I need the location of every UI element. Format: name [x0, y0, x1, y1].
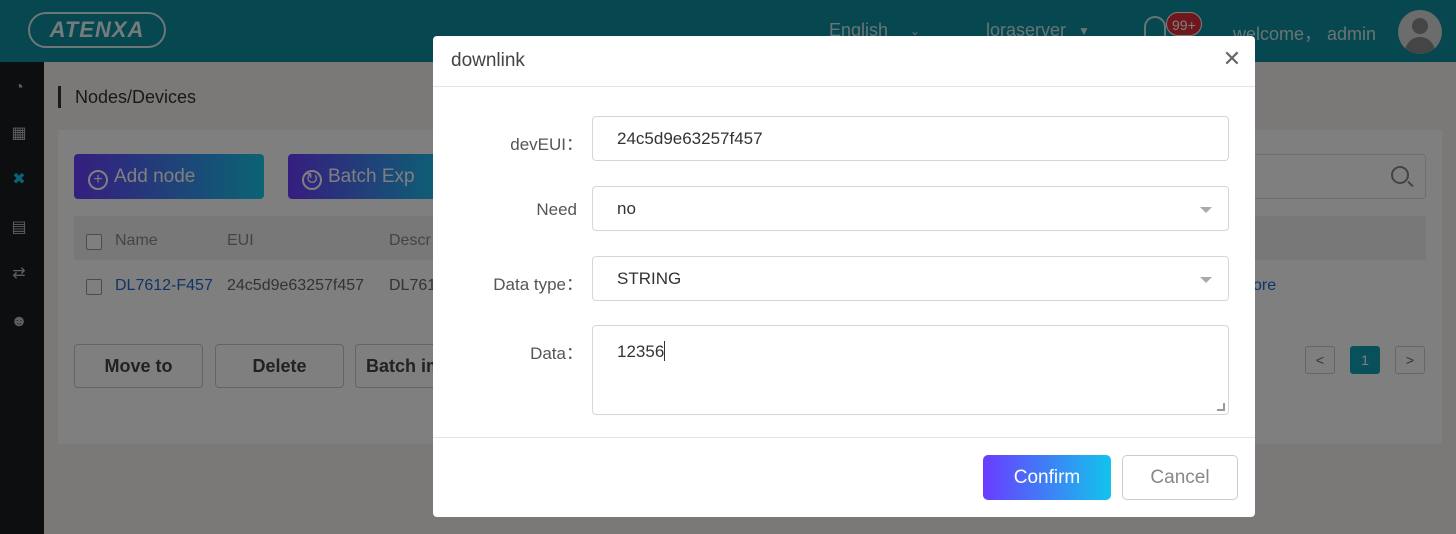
- text-cursor: [664, 341, 666, 361]
- data-textarea[interactable]: 12356: [592, 325, 1229, 415]
- need-value: no: [617, 199, 636, 218]
- data-type-label: Data type：: [493, 275, 583, 294]
- deveui-label: devEUI：: [510, 135, 583, 154]
- close-icon[interactable]: ✕: [1221, 48, 1243, 70]
- footer-divider: [433, 437, 1255, 438]
- caret-down-icon: [1200, 277, 1212, 283]
- cancel-button[interactable]: Cancel: [1122, 455, 1238, 500]
- need-label: Need: [536, 200, 577, 219]
- data-type-value: STRING: [617, 269, 682, 288]
- data-value: 12356: [617, 342, 665, 361]
- data-type-select[interactable]: STRING: [592, 256, 1229, 301]
- dialog-title: downlink: [451, 50, 525, 71]
- need-select[interactable]: no: [592, 186, 1229, 231]
- data-label: Data：: [530, 344, 583, 363]
- resize-handle-icon[interactable]: [1217, 403, 1225, 411]
- downlink-dialog: downlink ✕ devEUI： 24c5d9e63257f457 Need…: [433, 36, 1255, 517]
- caret-down-icon: [1200, 207, 1212, 213]
- header-divider: [433, 86, 1255, 87]
- deveui-field[interactable]: 24c5d9e63257f457: [592, 116, 1229, 161]
- confirm-button[interactable]: Confirm: [983, 455, 1111, 500]
